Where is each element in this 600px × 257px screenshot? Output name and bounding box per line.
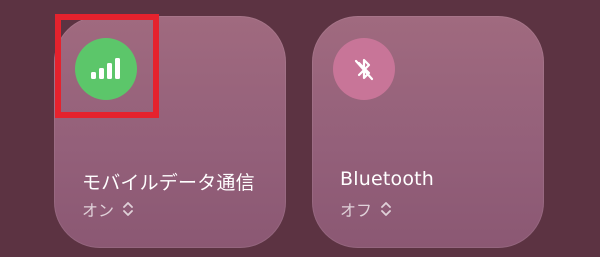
cellular-title: モバイルデータ通信 bbox=[82, 172, 255, 194]
cellular-data-tile[interactable]: モバイルデータ通信 オン bbox=[54, 16, 286, 248]
bluetooth-toggle-button[interactable] bbox=[333, 38, 395, 100]
cellular-status-label: オン bbox=[82, 201, 115, 220]
signal-bars-icon bbox=[91, 58, 120, 79]
bluetooth-tile[interactable]: Bluetooth オフ bbox=[312, 16, 544, 248]
bluetooth-title: Bluetooth bbox=[340, 168, 435, 190]
cellular-toggle-button[interactable] bbox=[75, 38, 137, 100]
chevron-up-down-icon bbox=[123, 202, 133, 216]
bluetooth-off-icon bbox=[354, 58, 374, 81]
bluetooth-status[interactable]: オフ bbox=[340, 197, 392, 221]
chevron-up-down-icon bbox=[381, 202, 391, 216]
cellular-status[interactable]: オン bbox=[82, 197, 134, 221]
bluetooth-status-label: オフ bbox=[340, 201, 373, 220]
